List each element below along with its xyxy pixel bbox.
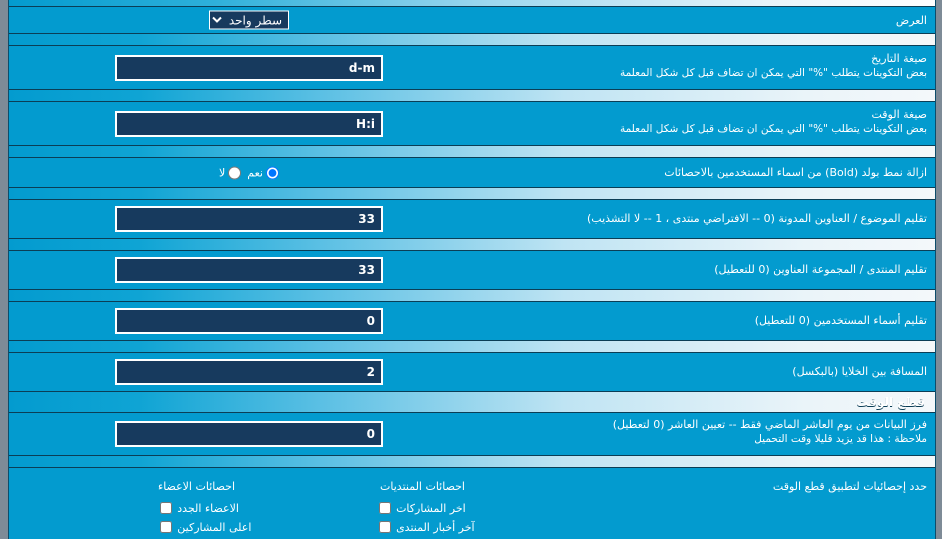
separator-5 — [9, 238, 935, 251]
checkbox-new-members[interactable] — [160, 502, 173, 514]
setting-control-trim-usernames — [9, 308, 489, 334]
cutoff-days-title: فرز البيانات من يوم العاشر الماضي فقط --… — [612, 418, 927, 431]
checkbox-item-latest-posts[interactable]: اخر المشاركات — [379, 500, 499, 516]
checkbox-item-top-posters[interactable]: اعلى المشاركين — [160, 519, 269, 535]
cutoff-days-input[interactable] — [115, 421, 383, 447]
checkbox-forum-news[interactable] — [379, 521, 392, 533]
cutoff-selector-label: حدد إحصائيات لتطبيق قطع الوقت — [772, 480, 927, 493]
remove-bold-no-label: لا — [219, 166, 226, 179]
setting-control-trim-thread-titles — [9, 206, 489, 232]
setting-label-time-format: صيغة الوقت بعض التكوينات يتطلب "%" التي … — [620, 107, 927, 136]
remove-bold-radio-no[interactable] — [228, 166, 242, 179]
column-header-forum-stats: احصائات المنتديات — [380, 480, 465, 493]
setting-row-display: العرض سطر واحد — [9, 7, 935, 33]
checkbox-column-forum-stats: اخر المشاركات آخر أخبار المنتدى أكثر الم… — [379, 500, 499, 539]
remove-bold-option-no[interactable]: لا — [219, 166, 242, 179]
checkbox-label-latest-posts: اخر المشاركات — [396, 501, 466, 515]
setting-control-trim-forum-titles — [9, 257, 489, 283]
remove-bold-yes-label: نعم — [247, 166, 263, 179]
checkbox-label-new-members: الاعضاء الجدد — [177, 501, 239, 515]
setting-control-display: سطر واحد — [9, 10, 489, 30]
checkbox-column-member-stats: الاعضاء الجدد اعلى المشاركين اعلى كتاب ا… — [160, 500, 269, 539]
separator-8 — [9, 455, 935, 468]
setting-control-time-format — [9, 110, 489, 137]
setting-label-remove-bold: ازالة نمط بولد (Bold) من اسماء المستخدمي… — [664, 166, 927, 179]
time-format-title: صيغة الوقت — [871, 108, 927, 121]
separator-4 — [9, 187, 935, 200]
setting-label-trim-usernames: تقليم أسماء المستخدمين (0 للتعطيل) — [754, 314, 927, 327]
separator-3 — [9, 145, 935, 158]
remove-bold-radio-yes[interactable] — [266, 166, 279, 179]
section-header-time-cutoff: قطع الوقت — [9, 391, 935, 413]
setting-row-date-format: صيغة التاريخ بعض التكوينات يتطلب "%" الت… — [9, 46, 935, 89]
date-format-input[interactable] — [115, 54, 383, 81]
column-header-member-stats: احصائات الاعضاء — [158, 480, 235, 493]
setting-control-date-format — [9, 54, 489, 81]
checkbox-label-top-posters: اعلى المشاركين — [177, 520, 252, 534]
setting-label-display: العرض — [895, 14, 927, 27]
setting-label-date-format: صيغة التاريخ بعض التكوينات يتطلب "%" الت… — [620, 51, 927, 80]
checkbox-item-new-members[interactable]: الاعضاء الجدد — [160, 500, 269, 516]
date-format-title: صيغة التاريخ — [871, 52, 927, 65]
setting-row-time-format: صيغة الوقت بعض التكوينات يتطلب "%" التي … — [9, 102, 935, 145]
time-format-desc: بعض التكوينات يتطلب "%" التي يمكن ان تضا… — [619, 123, 927, 135]
date-format-desc: بعض التكوينات يتطلب "%" التي يمكن ان تضا… — [619, 67, 927, 79]
remove-bold-radio-group[interactable]: نعم لا — [219, 166, 279, 179]
separator-2 — [9, 89, 935, 102]
setting-control-cell-spacing — [9, 359, 489, 385]
checkbox-top-posters[interactable] — [160, 521, 173, 533]
admin-settings-window: العرض سطر واحد صيغة التاريخ بعض التكوينا… — [0, 0, 942, 539]
top-separator — [9, 0, 935, 7]
separator-7 — [9, 340, 935, 353]
remove-bold-option-yes[interactable]: نعم — [247, 166, 279, 179]
cutoff-statistics-selector: حدد إحصائيات لتطبيق قطع الوقت احصائات ال… — [9, 468, 935, 539]
setting-row-trim-thread-titles: تقليم الموضوع / العناوين المدونة (0 -- ا… — [9, 200, 935, 238]
setting-label-trim-forum-titles: تقليم المنتدى / المجموعة العناوين (0 للت… — [714, 263, 927, 276]
time-format-input[interactable] — [115, 110, 383, 137]
trim-forum-titles-input[interactable] — [115, 257, 383, 283]
setting-label-trim-thread-titles: تقليم الموضوع / العناوين المدونة (0 -- ا… — [587, 212, 927, 225]
trim-usernames-input[interactable] — [115, 308, 383, 334]
checkbox-label-forum-news: آخر أخبار المنتدى — [396, 520, 475, 534]
setting-row-remove-bold: ازالة نمط بولد (Bold) من اسماء المستخدمي… — [9, 158, 935, 187]
trim-thread-titles-input[interactable] — [115, 206, 383, 232]
separator-1 — [9, 33, 935, 46]
setting-row-trim-usernames: تقليم أسماء المستخدمين (0 للتعطيل) — [9, 302, 935, 340]
setting-control-remove-bold: نعم لا — [9, 166, 489, 179]
setting-row-trim-forum-titles: تقليم المنتدى / المجموعة العناوين (0 للت… — [9, 251, 935, 289]
setting-control-cutoff-days — [9, 421, 489, 447]
setting-label-cell-spacing: المسافة بين الخلايا (بالبكسل) — [792, 365, 927, 378]
checkbox-item-forum-news[interactable]: آخر أخبار المنتدى — [379, 519, 499, 535]
setting-row-cell-spacing: المسافة بين الخلايا (بالبكسل) — [9, 353, 935, 391]
cell-spacing-input[interactable] — [115, 359, 383, 385]
setting-label-cutoff-days: فرز البيانات من يوم العاشر الماضي فقط --… — [613, 417, 927, 446]
setting-row-cutoff-days: فرز البيانات من يوم العاشر الماضي فقط --… — [9, 413, 935, 455]
settings-page-surface: العرض سطر واحد صيغة التاريخ بعض التكوينا… — [8, 0, 936, 539]
cutoff-days-note: ملاحظة : هذا قد يزيد قليلا وقت التحميل — [754, 433, 927, 445]
checkbox-latest-posts[interactable] — [379, 502, 392, 514]
separator-6 — [9, 289, 935, 302]
section-title: قطع الوقت — [856, 395, 925, 409]
display-mode-select[interactable]: سطر واحد — [209, 10, 289, 30]
